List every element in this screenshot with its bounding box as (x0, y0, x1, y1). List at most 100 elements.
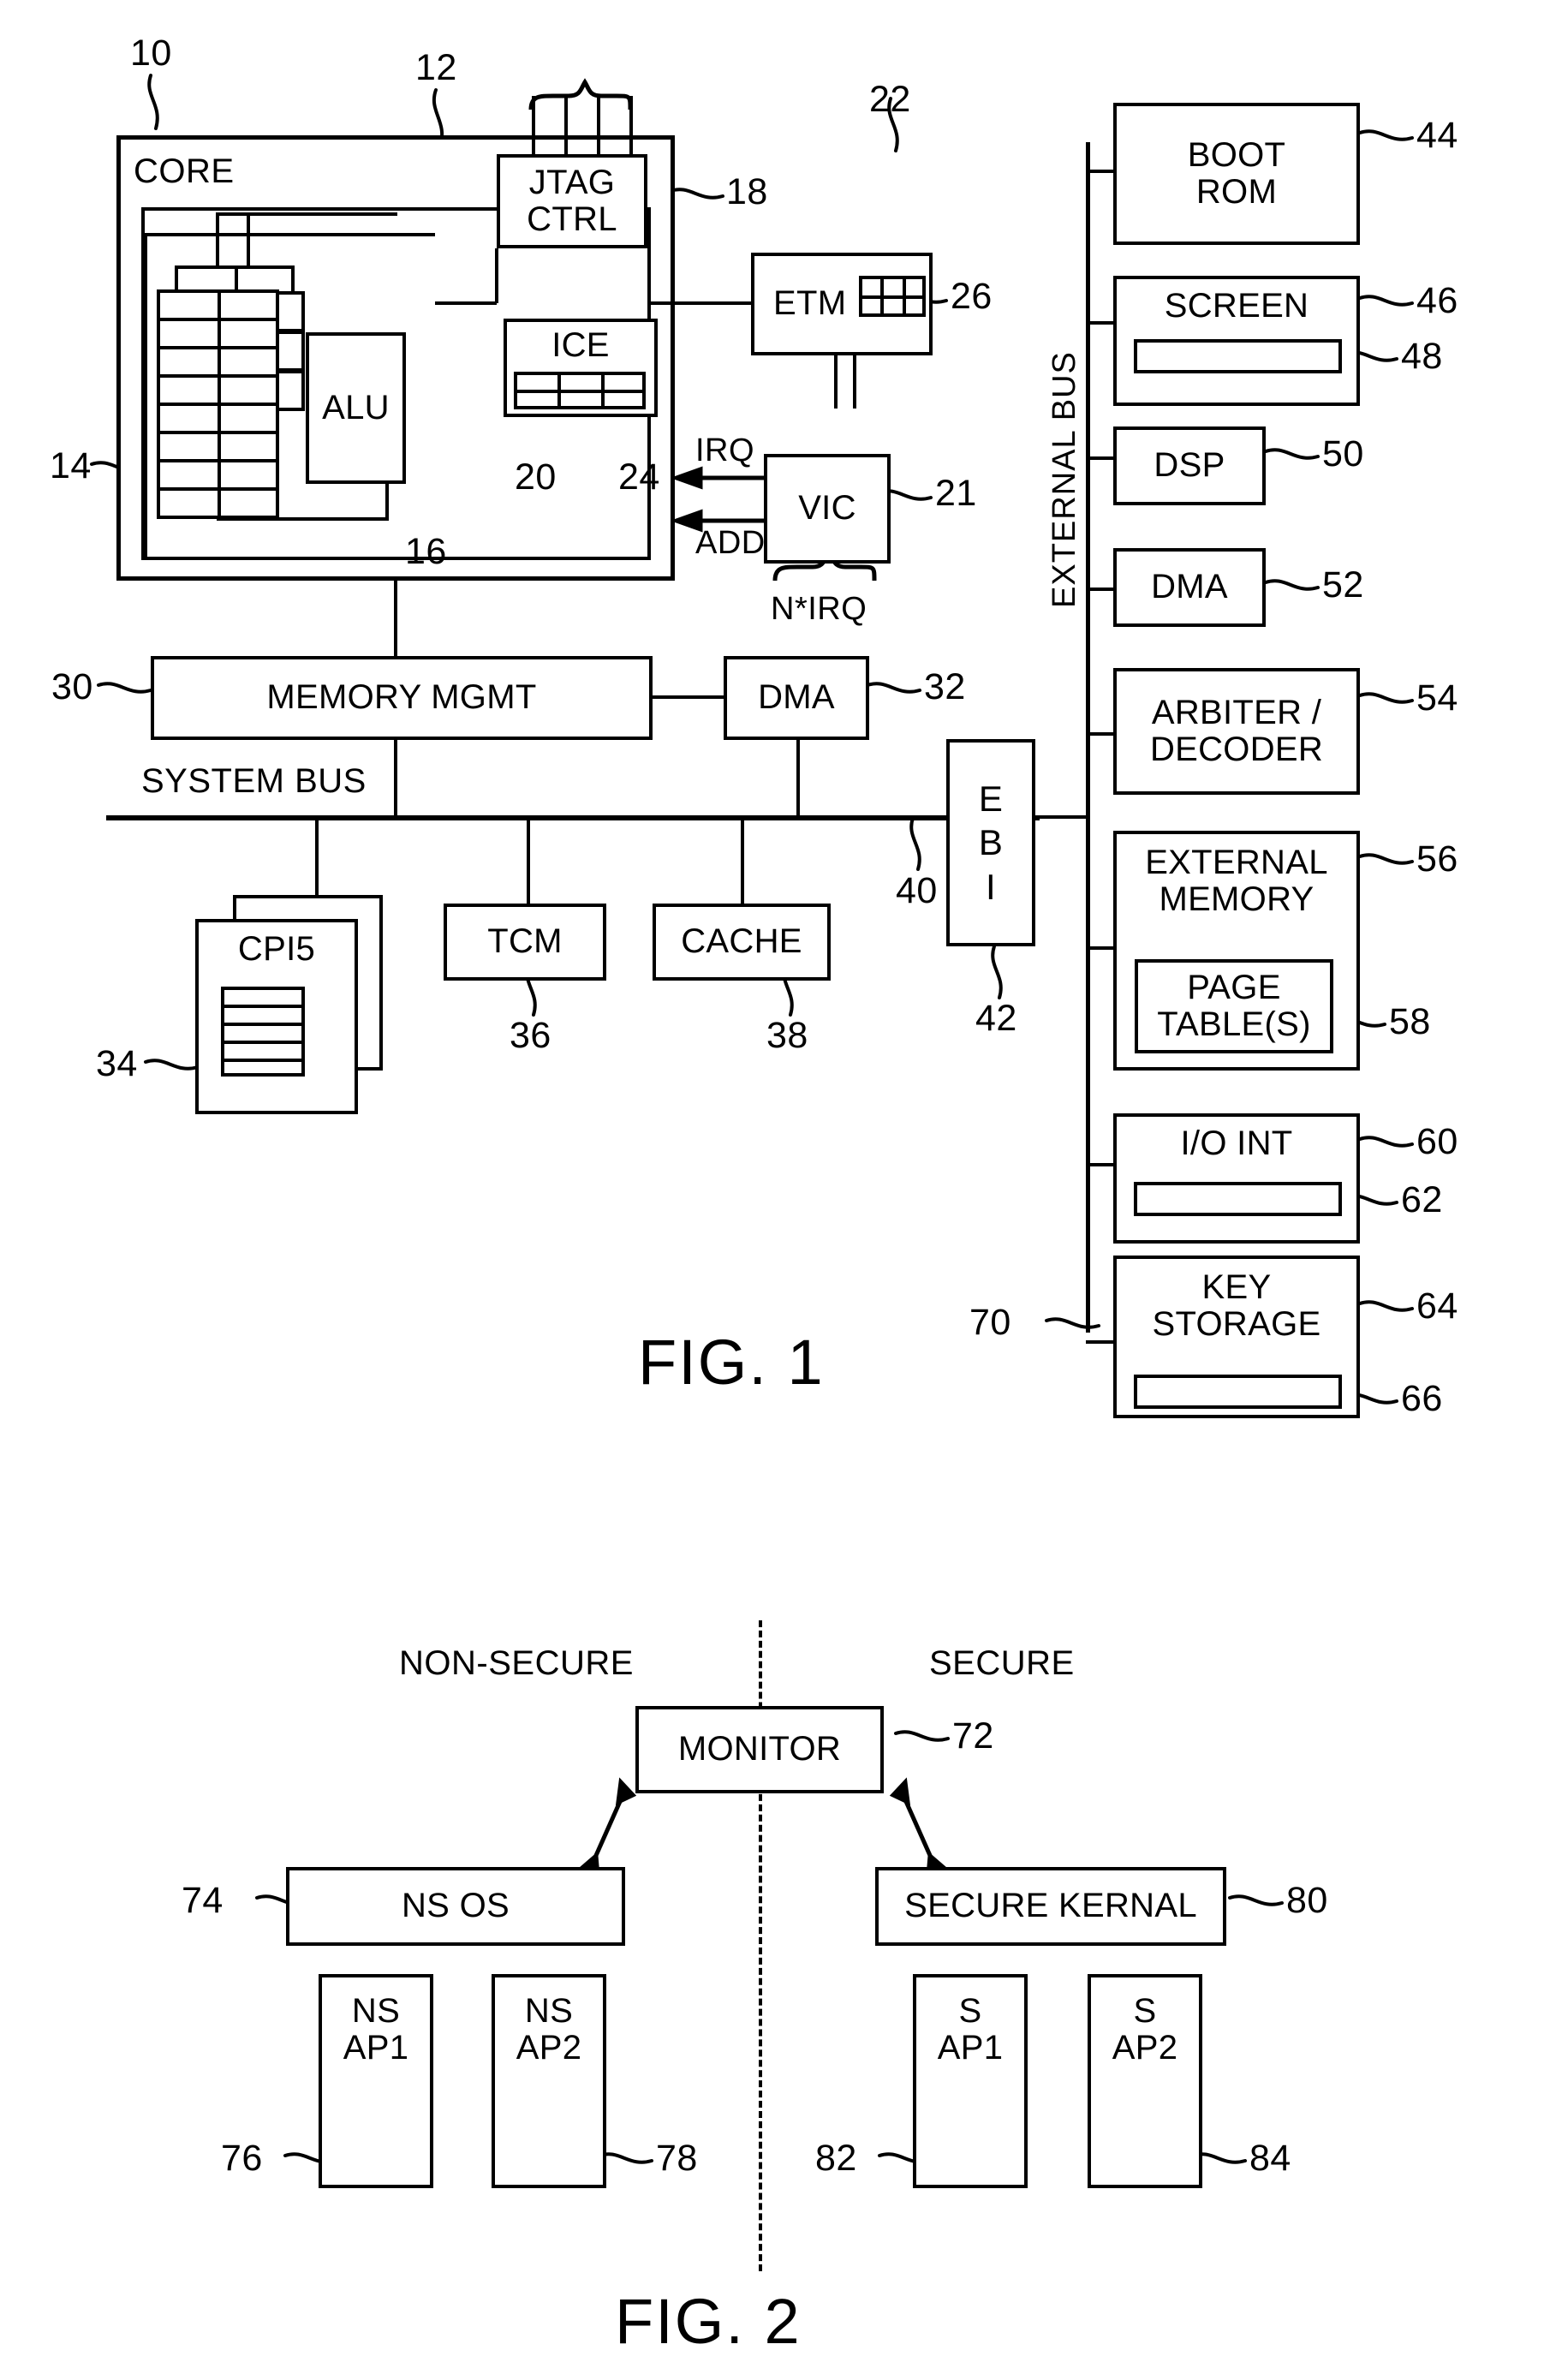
leader-54 (1358, 692, 1414, 704)
boot-rom-label-line2: ROM (1195, 173, 1278, 211)
jtag-pin-1 (532, 96, 535, 156)
ref-56: 56 (1416, 838, 1458, 880)
dma-core-label: DMA (758, 678, 835, 717)
leader-52 (1264, 579, 1320, 591)
io-int-block: I/O INT (1113, 1113, 1360, 1244)
boot-rom-label-line1: BOOT (1187, 135, 1286, 174)
alu-label: ALU (322, 388, 390, 426)
ref-30: 30 (51, 666, 93, 707)
dsp-label: DSP (1154, 446, 1225, 485)
system-bus-line (106, 815, 1040, 820)
cpi5-table-row (221, 1005, 305, 1008)
ref-44: 44 (1416, 115, 1458, 156)
ns-ap1-label-line1: NS (351, 1992, 401, 2030)
secure-label: SECURE (929, 1644, 1075, 1682)
etm-input-wire (647, 301, 753, 305)
leader-60 (1358, 1136, 1414, 1148)
etm-label: ETM (773, 284, 847, 323)
ref-42: 42 (975, 998, 1017, 1039)
ref-48: 48 (1401, 336, 1443, 377)
ns-os-block: NS OS (286, 1867, 625, 1946)
page-tables-label-line2: TABLE(S) (1157, 1005, 1311, 1043)
register-file-side-col-2 (276, 331, 305, 372)
arbiter-decoder-label-line1: ARBITER / (1151, 693, 1322, 731)
core-label: CORE (134, 152, 235, 190)
bus-drop-cache (741, 815, 744, 905)
ref-84: 84 (1249, 2138, 1291, 2179)
monitor-securekernal-arrow (889, 1777, 947, 1881)
leader-42 (991, 945, 1003, 999)
screen-label: SCREEN (1164, 287, 1309, 325)
external-memory-label-line1: EXTERNAL (1145, 844, 1328, 881)
cpi5-table-row (221, 1059, 305, 1062)
dsp-block: DSP (1113, 426, 1266, 505)
io-int-label: I/O INT (1180, 1124, 1293, 1162)
non-secure-label: NON-SECURE (399, 1644, 634, 1682)
s-ap1-block: S AP1 (913, 1974, 1028, 2188)
jtag-to-core-rail (435, 301, 497, 305)
ref-26: 26 (951, 276, 993, 317)
leader-40 (909, 816, 921, 871)
page-tables-label-line1: PAGE (1187, 968, 1281, 1006)
patent-figure-sheet: CORE ALU JTAG CTRL ICE ETM VIC IRQ ADD N… (0, 0, 1550, 2380)
secure-kernal-label: SECURE KERNAL (904, 1887, 1197, 1925)
ref-76: 76 (221, 2138, 263, 2179)
monitor-block: MONITOR (635, 1706, 884, 1793)
ref-46: 46 (1416, 280, 1458, 321)
vic-label: VIC (798, 489, 856, 528)
register-file-side-col-1 (276, 291, 305, 332)
cache-label: CACHE (681, 922, 802, 961)
jtag-ctrl-label-line2: CTRL (527, 200, 617, 238)
leader-56 (1358, 853, 1414, 865)
jtag-ctrl-block: JTAG CTRL (497, 154, 647, 248)
ref-10: 10 (130, 33, 172, 74)
monitor-label: MONITOR (677, 1730, 842, 1769)
s-ap2-label-line1: S (1133, 1992, 1157, 2030)
ebi-label-line3: I (986, 866, 996, 907)
memory-mgmt-to-bus-wire (394, 740, 397, 817)
leader-32 (866, 682, 921, 694)
ref-80: 80 (1286, 1880, 1328, 1921)
ref-78: 78 (656, 2138, 698, 2179)
alu-writeback-wire (385, 484, 389, 520)
ref-72: 72 (952, 1715, 994, 1757)
n-irq-label: N*IRQ (771, 591, 867, 627)
ice-label: ICE (551, 326, 610, 364)
s-ap1-label-line2: AP1 (937, 2029, 1004, 2067)
jtag-brace (528, 78, 633, 110)
leader-18 (669, 188, 724, 200)
memory-mgmt-label: MEMORY MGMT (266, 678, 537, 717)
jtag-to-core-wire (495, 248, 498, 303)
ice-grid-col-divider (557, 372, 561, 409)
ref-16: 16 (405, 531, 447, 572)
etm-grid-col-divider (880, 276, 884, 317)
ref-22: 22 (869, 79, 911, 120)
ebi-label-line2: B (978, 822, 1004, 863)
leader-46 (1358, 295, 1414, 307)
register-file-col-divider (218, 289, 221, 519)
ref-50: 50 (1322, 433, 1364, 474)
ref-62: 62 (1401, 1179, 1443, 1220)
cpi5-table-row (221, 1041, 305, 1044)
ref-58: 58 (1389, 1001, 1431, 1042)
ebi-block: E B I (946, 739, 1035, 946)
datapath-top-rail (216, 212, 397, 216)
etm-grid-row-divider (859, 295, 926, 299)
register-file-side-col-3 (276, 370, 305, 411)
regfile-read-wire (216, 212, 219, 267)
ns-ap2-label-line1: NS (524, 1992, 574, 2030)
figure-2-caption: FIG. 2 (615, 2286, 802, 2357)
ref-24: 24 (618, 456, 660, 498)
ref-36: 36 (510, 1015, 551, 1056)
ref-60: 60 (1416, 1121, 1458, 1162)
ns-ap1-block: NS AP1 (319, 1974, 433, 2188)
bus-drop-cpi5 (315, 815, 319, 901)
jtag-pin-4 (629, 96, 633, 156)
leader-78 (598, 2152, 653, 2164)
regfile-read-wire-2 (247, 212, 250, 267)
alu-block: ALU (306, 332, 406, 484)
tcm-block: TCM (444, 904, 606, 981)
dma-to-bus-wire (796, 740, 800, 817)
memory-mgmt-block: MEMORY MGMT (151, 656, 653, 740)
core-left-bus (144, 233, 147, 558)
